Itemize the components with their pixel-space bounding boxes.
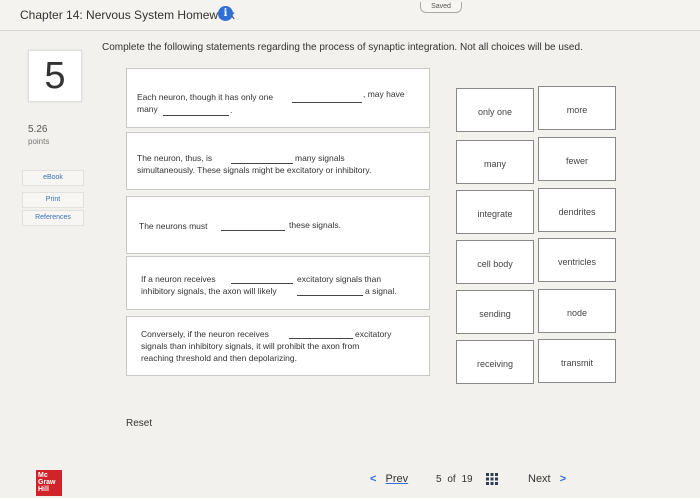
question-number: 5 — [28, 50, 82, 102]
print-button[interactable]: Print — [22, 192, 84, 208]
choice-tile-many[interactable]: many — [456, 140, 534, 184]
points-label: points — [28, 137, 50, 146]
statement-2-text-a: The neuron, thus, is — [137, 153, 213, 163]
choice-label: dendrites — [558, 207, 596, 217]
choice-tile-fewer[interactable]: fewer — [538, 137, 616, 181]
choice-tile-receiving[interactable]: receiving — [456, 340, 534, 384]
statement-4-text-c: inhibitory signals, the axon will likely — [141, 286, 277, 296]
statement-1: Each neuron, though it has only one , ma… — [126, 68, 430, 128]
choice-label: receiving — [476, 359, 514, 369]
choice-tile-transmit[interactable]: transmit — [538, 339, 616, 383]
statement-1-blank-2[interactable] — [163, 115, 229, 116]
statement-3: The neurons must these signals. — [126, 196, 430, 254]
choice-tile-ventricles[interactable]: ventricles — [538, 238, 616, 282]
choice-label: integrate — [477, 209, 513, 219]
statement-4-blank-2[interactable] — [297, 295, 363, 296]
reset-button[interactable]: Reset — [126, 418, 152, 429]
next-button[interactable]: Next > — [528, 473, 566, 485]
statement-5-text-a: Conversely, if the neuron receives — [141, 329, 269, 339]
choice-label: many — [483, 159, 506, 169]
statement-5-text-b: excitatory — [355, 329, 392, 339]
statement-3-blank-1[interactable] — [221, 230, 285, 231]
statement-4-blank-1[interactable] — [231, 283, 293, 284]
statement-3-text-b: these signals. — [289, 220, 341, 230]
statement-1-text-c: many — [137, 104, 158, 114]
points-value: 5.26 — [28, 124, 48, 135]
statement-4-text-b: excitatory signals than — [297, 274, 382, 284]
statement-1-text-a: Each neuron, though it has only one — [137, 92, 274, 102]
choice-tile-cell-body[interactable]: cell body — [456, 240, 534, 284]
choice-tile-more[interactable]: more — [538, 86, 616, 130]
choice-tile-node[interactable]: node — [538, 289, 616, 333]
page-of: of — [447, 474, 456, 485]
statement-5-text-c: signals than inhibitory signals, it will… — [141, 341, 360, 351]
statement-4: If a neuron receives excitatory signals … — [126, 256, 430, 310]
statement-1-blank-1[interactable] — [292, 102, 362, 103]
statement-2-text-c: simultaneously. These signals might be e… — [137, 165, 372, 175]
statement-2-text-b: many signals — [295, 153, 345, 163]
statement-4-text-d: a signal. — [365, 286, 397, 296]
choice-label: sending — [479, 309, 511, 319]
references-button[interactable]: References — [22, 210, 84, 226]
choice-tile-dendrites[interactable]: dendrites — [538, 188, 616, 232]
statement-1-text-b: , may have — [363, 89, 405, 99]
logo-line-2: Graw — [38, 479, 56, 486]
statement-5-text-d: reaching threshold and then depolarizing… — [141, 353, 297, 363]
chevron-left-icon: < — [370, 473, 377, 485]
page-current: 5 — [436, 474, 442, 485]
statement-5: Conversely, if the neuron receives excit… — [126, 316, 430, 376]
page-counter: 5 of 19 — [436, 474, 473, 485]
assignment-title: Chapter 14: Nervous System Homework — [20, 8, 235, 22]
statement-4-text-a: If a neuron receives — [141, 274, 216, 284]
choice-tile-integrate[interactable]: integrate — [456, 190, 534, 234]
statement-1-text-d: . — [230, 105, 233, 115]
info-icon[interactable]: i — [218, 6, 233, 21]
choice-tile-sending[interactable]: sending — [456, 290, 534, 334]
prev-button[interactable]: < Prev — [370, 473, 408, 485]
choice-tile-only-one[interactable]: only one — [456, 88, 534, 132]
choice-label: transmit — [560, 358, 593, 368]
top-bar: Chapter 14: Nervous System Homework i Sa… — [0, 0, 700, 31]
logo-line-3: Hill — [38, 486, 49, 493]
choice-label: more — [566, 105, 588, 115]
grid-icon[interactable] — [486, 473, 498, 485]
statement-2-blank-1[interactable] — [231, 163, 293, 164]
ebook-button[interactable]: eBook — [22, 170, 84, 186]
choice-label: fewer — [565, 156, 588, 166]
choice-label: cell body — [477, 259, 513, 269]
statement-2: The neuron, thus, is many signals simult… — [126, 132, 430, 190]
instructions-text: Complete the following statements regard… — [102, 42, 583, 53]
page-total: 19 — [461, 474, 473, 485]
saved-status-badge: Saved — [420, 2, 462, 13]
statement-5-blank-1[interactable] — [289, 338, 353, 339]
prev-label: Prev — [385, 473, 409, 485]
logo-line-1: Mc — [38, 472, 48, 479]
chevron-right-icon: > — [559, 473, 567, 485]
mcgraw-hill-logo: Mc Graw Hill — [36, 470, 62, 496]
statement-3-text-a: The neurons must — [139, 221, 208, 231]
next-label: Next — [528, 473, 551, 485]
choice-label: only one — [477, 107, 513, 117]
choice-label: node — [566, 308, 588, 318]
choice-label: ventricles — [557, 257, 596, 267]
